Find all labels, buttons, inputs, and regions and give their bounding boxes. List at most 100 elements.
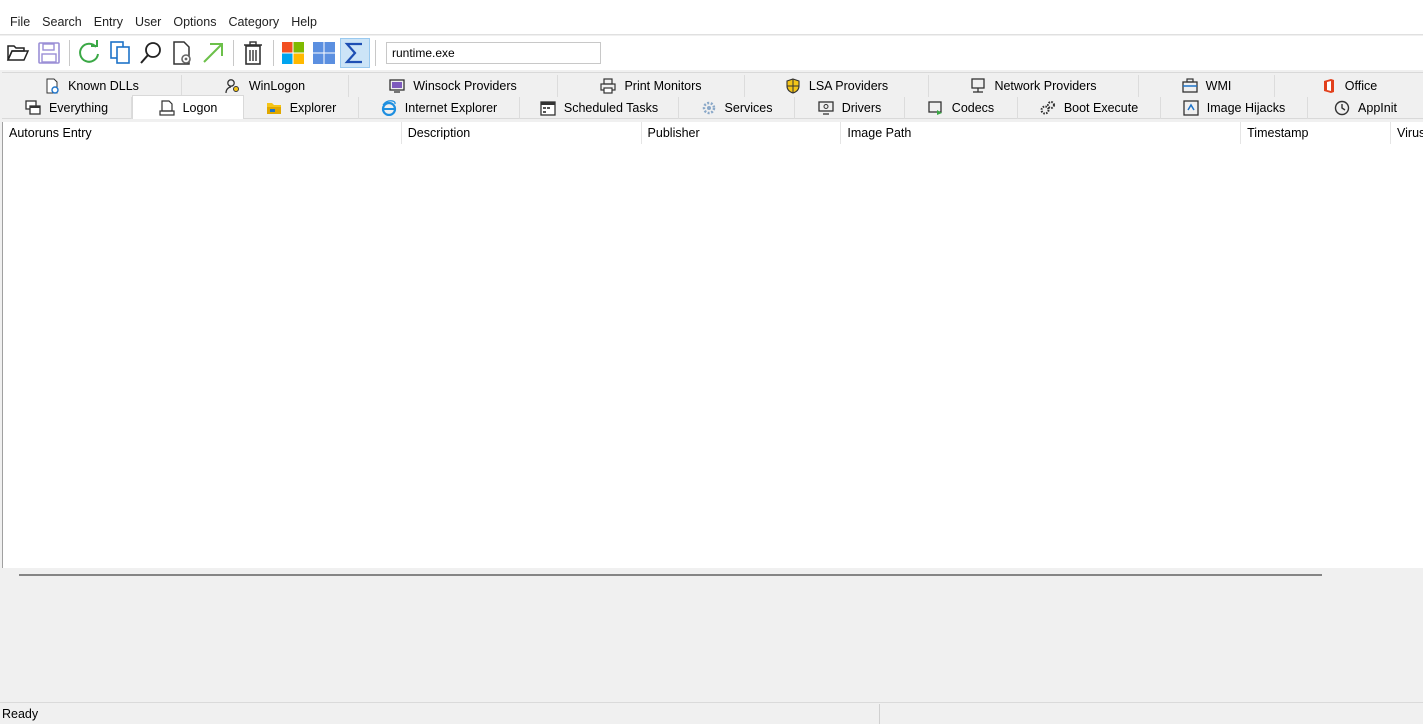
column-description[interactable]: Description (402, 122, 642, 144)
find-button[interactable] (136, 38, 166, 68)
menu-entry[interactable]: Entry (88, 15, 129, 29)
title-bar-strip (0, 0, 1423, 10)
toolbar-separator (69, 40, 70, 66)
menu-options[interactable]: Options (167, 15, 222, 29)
horizontal-scrollbar[interactable] (2, 568, 1423, 584)
tab-label: AppInit (1358, 101, 1397, 115)
gear-icon (702, 101, 715, 115)
hide-microsoft-entries-button[interactable] (309, 38, 339, 68)
tab-wmi[interactable]: WMI (1139, 75, 1275, 97)
tab-label: Office (1344, 79, 1378, 93)
tab-logon[interactable]: Logon (132, 95, 244, 119)
tab-known-dlls[interactable]: Known DLLs (2, 75, 182, 97)
menu-search[interactable]: Search (36, 15, 88, 29)
clock-icon (1334, 100, 1350, 116)
microsoft-entries-icon (313, 42, 335, 64)
tab-row-bottom: Everything Logon Explorer Internet Explo… (2, 95, 1423, 119)
tab-network-providers[interactable]: Network Providers (929, 75, 1139, 97)
tab-label: Everything (48, 101, 109, 115)
gears-icon (1040, 101, 1055, 115)
tab-image-hijacks[interactable]: Image Hijacks (1161, 97, 1308, 119)
tab-print-monitors[interactable]: Print Monitors (558, 75, 745, 97)
tab-winsock-providers[interactable]: Winsock Providers (349, 75, 558, 97)
tab-everything[interactable]: Everything (2, 97, 132, 119)
jump-button[interactable] (198, 38, 228, 68)
tab-label: LSA Providers (808, 79, 889, 93)
winlogon-icon (225, 79, 239, 94)
toolbar (0, 36, 1423, 70)
tab-boot-execute[interactable]: Boot Execute (1018, 97, 1161, 119)
save-button[interactable] (34, 38, 64, 68)
tab-label: Scheduled Tasks (563, 101, 659, 115)
menu-file[interactable]: File (4, 15, 36, 29)
tab-scheduled-tasks[interactable]: Scheduled Tasks (520, 97, 679, 119)
tab-label: Explorer (289, 101, 337, 115)
sigma-button[interactable] (340, 38, 370, 68)
save-icon (38, 42, 60, 64)
copy-button[interactable] (105, 38, 135, 68)
category-tabs: Known DLLs WinLogon Winsock Providers Pr… (2, 72, 1423, 121)
find-icon (140, 42, 161, 64)
printer-icon (600, 78, 617, 94)
filter-input[interactable] (386, 42, 601, 64)
menu-category[interactable]: Category (222, 15, 285, 29)
refresh-button[interactable] (74, 38, 104, 68)
list-header: Autoruns Entry Description Publisher Ima… (3, 122, 1423, 144)
column-virus[interactable]: Virus (1391, 122, 1423, 144)
tab-label: Known DLLs (68, 79, 139, 93)
tab-label: Print Monitors (624, 79, 702, 93)
properties-icon (173, 41, 191, 65)
winsock-icon (389, 79, 405, 93)
tab-drivers[interactable]: Drivers (795, 97, 905, 119)
monitor-icon (818, 101, 834, 115)
toolbar-separator (273, 40, 274, 66)
toolbar-separator (375, 40, 376, 66)
office-icon (1323, 79, 1334, 93)
known-dlls-icon (46, 78, 59, 94)
tab-appinit[interactable]: AppInit (1308, 97, 1423, 119)
tab-label: Winsock Providers (413, 79, 517, 93)
sigma-icon (344, 42, 362, 64)
network-icon (971, 78, 986, 93)
column-publisher[interactable]: Publisher (642, 122, 842, 144)
column-image-path[interactable]: Image Path (841, 122, 1242, 144)
open-button[interactable] (3, 38, 33, 68)
ie-icon (381, 100, 396, 116)
tab-explorer[interactable]: Explorer (244, 97, 359, 119)
delete-button[interactable] (238, 38, 268, 68)
menu-bar: File Search Entry User Options Category … (0, 10, 1423, 35)
column-timestamp[interactable]: Timestamp (1241, 122, 1392, 144)
scrollbar-thumb[interactable] (19, 574, 1322, 576)
codec-icon (928, 101, 942, 115)
windows-stack-icon (25, 100, 41, 115)
windows-entries-icon (282, 42, 304, 64)
tab-label: Logon (182, 100, 218, 115)
tab-label: WinLogon (248, 79, 306, 93)
tab-codecs[interactable]: Codecs (905, 97, 1018, 119)
properties-button[interactable] (167, 38, 197, 68)
tab-label: Image Hijacks (1206, 101, 1286, 115)
menu-user[interactable]: User (129, 15, 167, 29)
tab-label: Drivers (841, 101, 882, 115)
tab-label: Codecs (951, 101, 995, 115)
tab-label: Boot Execute (1063, 101, 1139, 115)
autoruns-list[interactable]: Autoruns Entry Description Publisher Ima… (2, 122, 1423, 568)
folder-icon (266, 103, 281, 114)
tab-lsa-providers[interactable]: LSA Providers (745, 75, 929, 97)
tab-internet-explorer[interactable]: Internet Explorer (359, 97, 520, 119)
tab-label: WMI (1205, 79, 1232, 93)
tab-services[interactable]: Services (679, 97, 795, 119)
logon-icon (159, 99, 175, 116)
tab-label: Services (724, 101, 773, 115)
toolbar-separator (233, 40, 234, 66)
tab-label: Internet Explorer (404, 101, 498, 115)
hijack-icon (1183, 100, 1199, 116)
hide-windows-entries-button[interactable] (278, 38, 308, 68)
shield-icon (786, 78, 800, 94)
tab-winlogon[interactable]: WinLogon (182, 75, 349, 97)
column-autoruns-entry[interactable]: Autoruns Entry (3, 122, 402, 144)
tab-row-top: Known DLLs WinLogon Winsock Providers Pr… (2, 75, 1423, 97)
tab-office[interactable]: Office (1275, 75, 1423, 97)
menu-help[interactable]: Help (285, 15, 323, 29)
open-icon (6, 45, 30, 61)
